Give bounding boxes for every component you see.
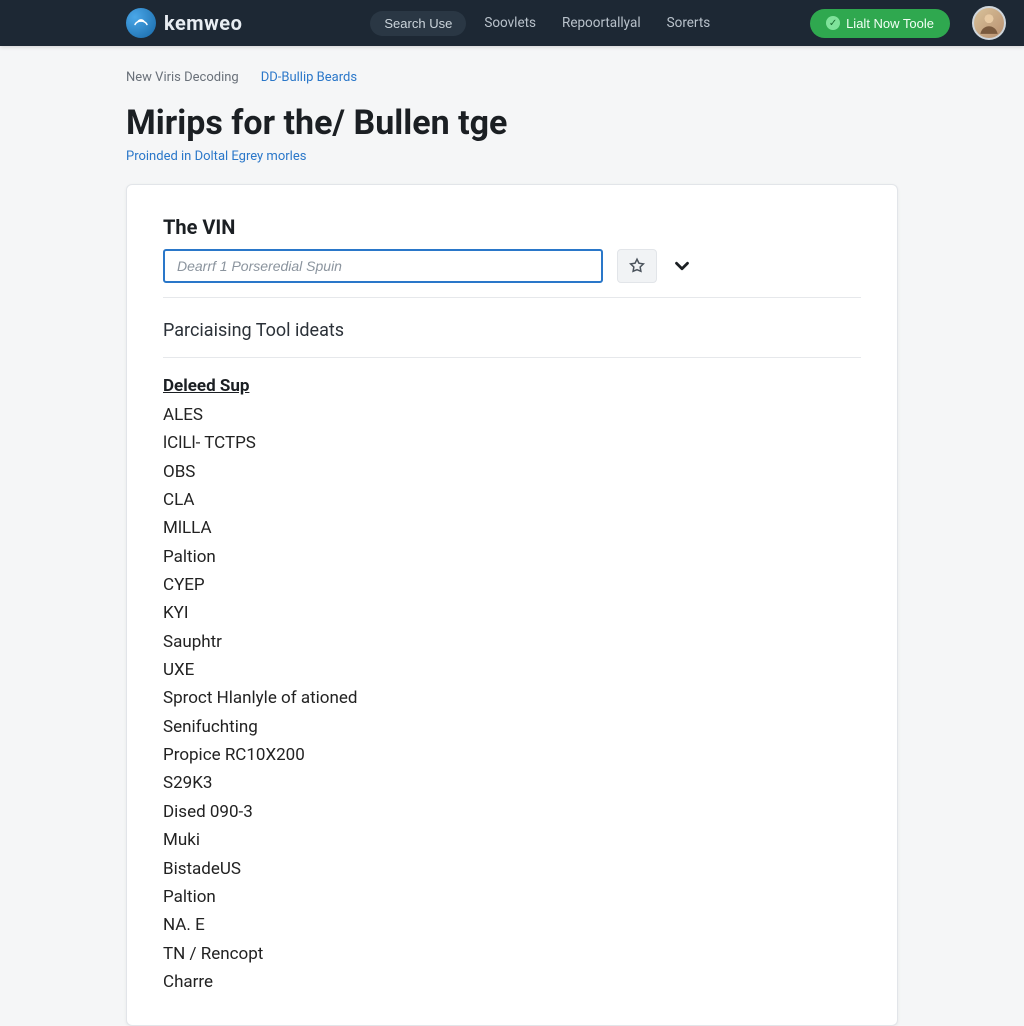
nav-link-2[interactable]: Sorerts xyxy=(659,11,719,35)
check-icon: ✓ xyxy=(826,16,840,30)
favorite-button[interactable] xyxy=(617,249,657,283)
page-subtitle[interactable]: Proinded in Doltal Egrey morles xyxy=(0,143,1024,184)
cta-label: Lialt Now Toole xyxy=(846,16,934,31)
nav-link-0[interactable]: Soovlets xyxy=(476,11,544,35)
code-item[interactable]: Propice RC10X200 xyxy=(163,742,861,768)
code-item[interactable]: NA. E xyxy=(163,912,861,938)
star-icon xyxy=(628,257,646,275)
page-title: Mirips for the/ Bullen tge xyxy=(0,99,1024,143)
code-item[interactable]: Muki xyxy=(163,827,861,853)
code-item[interactable]: CYEP xyxy=(163,572,861,598)
top-nav: kemweo Search Use Soovlets Repoortallyal… xyxy=(0,0,1024,46)
code-item[interactable]: CLA xyxy=(163,487,861,513)
vin-input[interactable] xyxy=(163,249,603,283)
divider xyxy=(163,297,861,298)
main-card: The VIN Parciaising Tool ideats Deleed S… xyxy=(126,184,898,1026)
cta-button[interactable]: ✓ Lialt Now Toole xyxy=(810,9,950,38)
brand-name: kemweo xyxy=(164,11,242,35)
nav-link-1[interactable]: Repoortallyal xyxy=(554,11,649,35)
nav-search-button[interactable]: Search Use xyxy=(370,11,466,36)
code-item[interactable]: ALES xyxy=(163,402,861,428)
code-item[interactable]: BistadeUS xyxy=(163,856,861,882)
code-item[interactable]: UXE xyxy=(163,657,861,683)
code-item[interactable]: lClLl- TCTPS xyxy=(163,430,861,456)
code-item[interactable]: TN / Rencopt xyxy=(163,941,861,967)
codes-heading[interactable]: Deleed Sup xyxy=(163,376,861,396)
divider xyxy=(163,357,861,358)
code-item[interactable]: Charre xyxy=(163,969,861,995)
breadcrumb: New Viris Decoding DD-Bullip Beards xyxy=(0,46,1024,99)
tool-heading-row: Parciaising Tool ideats xyxy=(163,320,861,341)
code-item[interactable]: Paltion xyxy=(163,884,861,910)
breadcrumb-root: New Viris Decoding xyxy=(126,70,239,85)
breadcrumb-link[interactable]: DD-Bullip Beards xyxy=(261,70,357,85)
vin-section-label: The VIN xyxy=(163,215,861,239)
chevron-down-icon xyxy=(671,255,693,277)
expand-toggle[interactable] xyxy=(671,255,693,277)
tool-heading: Parciaising Tool ideats xyxy=(163,320,344,341)
brand-logo-icon xyxy=(126,8,156,38)
code-item[interactable]: KYI xyxy=(163,600,861,626)
vin-input-row xyxy=(163,249,861,283)
brand-logo[interactable]: kemweo xyxy=(126,8,242,38)
code-item[interactable]: Dised 090-3 xyxy=(163,799,861,825)
avatar[interactable] xyxy=(972,6,1006,40)
user-icon xyxy=(976,10,1002,36)
code-item[interactable]: Sauphtr xyxy=(163,629,861,655)
code-item[interactable]: MlLLA xyxy=(163,515,861,541)
page-body: New Viris Decoding DD-Bullip Beards Miri… xyxy=(0,46,1024,1026)
code-item[interactable]: OBS xyxy=(163,459,861,485)
code-item[interactable]: Sproct Hlanlyle of ationed xyxy=(163,685,861,711)
code-item[interactable]: Paltion xyxy=(163,544,861,570)
codes-list: ALESlClLl- TCTPSOBSCLAMlLLAPaltionCYEPKY… xyxy=(163,402,861,995)
code-item[interactable]: S29K3 xyxy=(163,770,861,796)
code-item[interactable]: Senifuchting xyxy=(163,714,861,740)
